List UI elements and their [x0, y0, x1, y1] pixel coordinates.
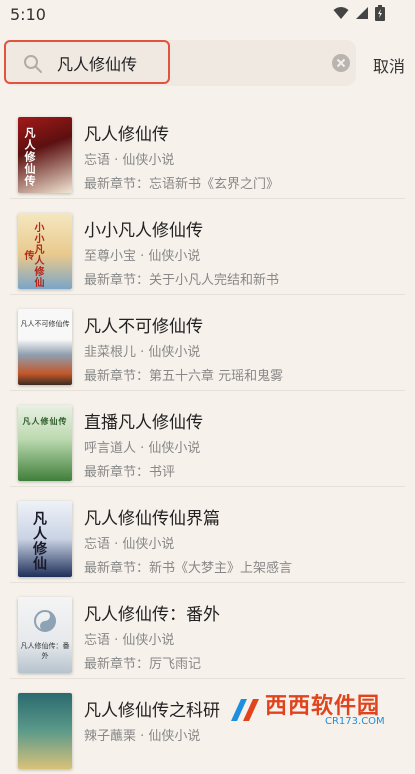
book-title: 直播凡人修仙传 [84, 413, 203, 433]
book-latest-chapter: 最新章节：新书《大梦主》上架感言 [84, 561, 293, 576]
book-meta: 至尊小宝 · 仙侠小说 [84, 249, 201, 264]
search-highlight-box [4, 40, 170, 84]
list-item[interactable]: 凡人修仙 凡人修仙传仙界篇 忘语 · 仙侠小说 最新章节：新书《大梦主》上架感言 [0, 486, 415, 582]
book-title: 小小凡人修仙传 [84, 221, 203, 241]
book-title: 凡人修仙传仙界篇 [84, 509, 220, 529]
book-meta: 韭菜根儿 · 仙侠小说 [84, 345, 201, 360]
book-cover: 小小凡人修仙传 [18, 213, 72, 289]
watermark-domain: CR173.COM [325, 716, 385, 727]
clear-icon[interactable] [331, 53, 351, 73]
book-meta: 忘语 · 仙侠小说 [84, 537, 175, 552]
battery-icon [375, 5, 385, 21]
book-meta: 忘语 · 仙侠小说 [84, 153, 175, 168]
status-time: 5:10 [10, 5, 46, 24]
book-cover: 凡人修仙传 [18, 117, 72, 193]
list-item[interactable]: 凡人不可修仙传 凡人不可修仙传 韭菜根儿 · 仙侠小说 最新章节：第五十六章 元… [0, 294, 415, 390]
book-title: 凡人修仙传 [84, 125, 169, 145]
book-cover: 凡人不可修仙传 [18, 309, 72, 385]
book-title: 凡人修仙传之科研 [84, 701, 220, 721]
list-item[interactable]: 凡人修仙传：番外 凡人修仙传：番外 忘语 · 仙侠小说 最新章节：厉飞雨记 [0, 582, 415, 678]
list-item[interactable]: 凡人修仙传 直播凡人修仙传 呼言道人 · 仙侠小说 最新章节：书评 [0, 390, 415, 486]
book-latest-chapter: 最新章节：忘语新书《玄界之门》 [84, 177, 280, 192]
cover-title: 凡人修仙 [31, 511, 47, 571]
book-cover: 凡人修仙 [18, 501, 72, 577]
book-latest-chapter: 最新章节：书评 [84, 465, 176, 480]
watermark-logo-icon [231, 699, 259, 721]
cover-title: 凡人修仙传 [22, 417, 68, 426]
book-meta: 忘语 · 仙侠小说 [84, 633, 175, 648]
status-icons [333, 5, 385, 21]
search-row [0, 40, 415, 90]
book-latest-chapter: 最新章节：厉飞雨记 [84, 657, 202, 672]
status-bar: 5:10 [0, 0, 415, 30]
cover-title: 凡人修仙传：番外 [20, 642, 70, 660]
book-title: 凡人不可修仙传 [84, 317, 203, 337]
book-meta: 辣子蘸栗 · 仙侠小说 [84, 729, 201, 744]
cancel-button[interactable]: 取消 [373, 53, 405, 77]
search-results-list: 凡人修仙传 凡人修仙传 忘语 · 仙侠小说 最新章节：忘语新书《玄界之门》 小小… [0, 102, 415, 774]
signal-icon [356, 7, 368, 19]
list-item[interactable]: 小小凡人修仙传 小小凡人修仙传 至尊小宝 · 仙侠小说 最新章节：关于小凡人完结… [0, 198, 415, 294]
wifi-icon [333, 7, 349, 19]
watermark: 西西软件园 CR173.COM [225, 686, 411, 734]
yin-yang-icon [34, 610, 56, 632]
cover-title: 凡人不可修仙传 [20, 320, 70, 328]
book-cover: 凡人修仙传 [18, 405, 72, 481]
list-item[interactable]: 凡人修仙传 凡人修仙传 忘语 · 仙侠小说 最新章节：忘语新书《玄界之门》 [0, 102, 415, 198]
book-latest-chapter: 最新章节：第五十六章 元瑶和鬼雾 [84, 369, 284, 384]
book-cover: 凡人修仙传：番外 [18, 597, 72, 673]
book-latest-chapter: 最新章节：关于小凡人完结和新书 [84, 273, 280, 288]
cover-title: 凡人修仙传 [23, 127, 36, 187]
book-cover [18, 693, 72, 769]
book-title: 凡人修仙传：番外 [84, 605, 220, 625]
book-meta: 呼言道人 · 仙侠小说 [84, 441, 201, 456]
cover-title: 小小凡人修仙传 [22, 222, 43, 288]
